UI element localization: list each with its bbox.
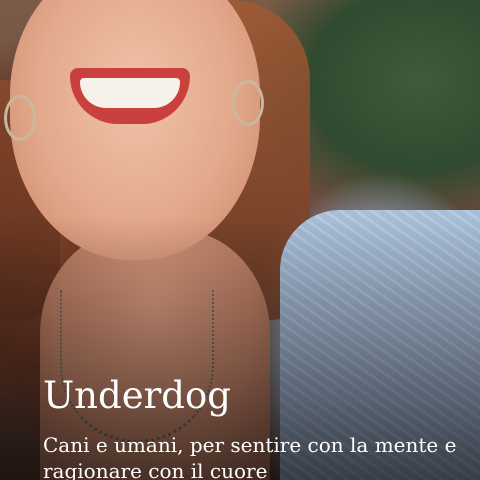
podcast-card[interactable]: Underdog Cani e umani, per sentire con l…	[0, 0, 480, 480]
podcast-title[interactable]: Underdog	[43, 372, 460, 420]
caption: Underdog Cani e umani, per sentire con l…	[43, 372, 460, 480]
podcast-subtitle: Cani e umani, per sentire con la mente e…	[43, 433, 457, 480]
